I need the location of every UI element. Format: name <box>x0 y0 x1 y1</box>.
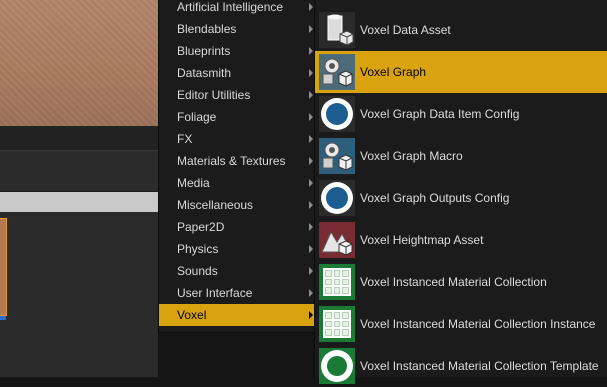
chevron-right-icon <box>309 47 313 55</box>
chevron-right-icon <box>309 289 313 297</box>
menu-item-miscellaneous[interactable]: Miscellaneous <box>159 194 315 216</box>
chevron-right-icon <box>309 223 313 231</box>
submenu-item-label: Voxel Heightmap Asset <box>360 233 484 247</box>
submenu-item-label: Voxel Graph Outputs Config <box>360 191 510 205</box>
submenu-item-label: Voxel Instanced Material Collection Inst… <box>360 317 596 331</box>
submenu-item-voxel-instanced-material-collection-instance[interactable]: Voxel Instanced Material Collection Inst… <box>315 303 607 345</box>
menu-item-label: Miscellaneous <box>177 198 254 212</box>
voxel-graph-macro-icon <box>319 138 355 174</box>
menu-item-label: Physics <box>177 242 219 256</box>
viewport-texture-preview <box>0 0 158 128</box>
chevron-right-icon <box>309 25 313 33</box>
chevron-right-icon <box>309 311 313 319</box>
menu-item-physics[interactable]: Physics <box>159 238 315 260</box>
menu-item-foliage[interactable]: Foliage <box>159 106 315 128</box>
material-collection-icon <box>319 264 355 300</box>
menu-item-label: Paper2D <box>177 220 225 234</box>
chevron-right-icon <box>309 267 313 275</box>
material-template-icon <box>319 348 355 384</box>
menu-item-label: Foliage <box>177 110 217 124</box>
menu-item-label: User Interface <box>177 286 253 300</box>
heightmap-asset-icon <box>319 222 355 258</box>
menu-item-label: Materials & Textures <box>177 154 286 168</box>
content-browser-area <box>0 212 158 377</box>
menu-item-label: Voxel <box>177 308 207 322</box>
submenu-item-voxel-heightmap-asset[interactable]: Voxel Heightmap Asset <box>315 219 607 261</box>
chevron-right-icon <box>309 135 313 143</box>
menu-item-sounds[interactable]: Sounds <box>159 260 315 282</box>
config-ring-icon <box>319 180 355 216</box>
submenu-item-voxel-data-asset[interactable]: Voxel Data Asset <box>315 9 607 51</box>
material-collection-icon <box>319 306 355 342</box>
menu-item-label: Artificial Intelligence <box>177 0 284 14</box>
chevron-right-icon <box>309 179 313 187</box>
chevron-right-icon <box>309 113 313 121</box>
menu-item-voxel[interactable]: Voxel <box>159 304 315 326</box>
submenu-item-label: Voxel Graph <box>360 65 427 79</box>
menu-item-paper2d[interactable]: Paper2D <box>159 216 315 238</box>
menu-item-label: Datasmith <box>177 66 232 80</box>
asset-category-menu: Artificial Intelligence Blendables Bluep… <box>158 0 316 333</box>
submenu-item-label: Voxel Graph Data Item Config <box>360 107 520 121</box>
submenu-item-voxel-instanced-material-collection-template[interactable]: Voxel Instanced Material Collection Temp… <box>315 345 607 387</box>
asset-type-marker <box>0 316 6 320</box>
submenu-item-label: Voxel Instanced Material Collection <box>360 275 547 289</box>
menu-item-label: Blueprints <box>177 44 231 58</box>
voxel-submenu: Voxel Data Asset Voxel Graph Voxel Graph… <box>314 0 607 384</box>
menu-item-label: Sounds <box>177 264 218 278</box>
menu-item-blendables[interactable]: Blendables <box>159 18 315 40</box>
menu-item-label: Blendables <box>177 22 237 36</box>
voxel-data-asset-icon <box>319 12 355 48</box>
menu-item-artificial-intelligence[interactable]: Artificial Intelligence <box>159 0 315 18</box>
menu-item-datasmith[interactable]: Datasmith <box>159 62 315 84</box>
editor-toolbar-strip <box>0 150 158 192</box>
chevron-right-icon <box>309 91 313 99</box>
submenu-item-voxel-graph-outputs-config[interactable]: Voxel Graph Outputs Config <box>315 177 607 219</box>
config-ring-icon <box>319 96 355 132</box>
voxel-graph-icon <box>319 54 355 90</box>
menu-item-fx[interactable]: FX <box>159 128 315 150</box>
editor-header-bar <box>0 192 158 212</box>
submenu-item-label: Voxel Instanced Material Collection Temp… <box>360 359 599 373</box>
menu-item-materials-textures[interactable]: Materials & Textures <box>159 150 315 172</box>
menu-item-media[interactable]: Media <box>159 172 315 194</box>
chevron-right-icon <box>309 157 313 165</box>
submenu-item-voxel-graph[interactable]: Voxel Graph <box>315 51 607 93</box>
submenu-item-voxel-graph-data-item-config[interactable]: Voxel Graph Data Item Config <box>315 93 607 135</box>
submenu-item-label: Voxel Data Asset <box>360 23 451 37</box>
chevron-right-icon <box>309 3 313 11</box>
menu-item-label: FX <box>177 132 193 146</box>
submenu-item-voxel-instanced-material-collection[interactable]: Voxel Instanced Material Collection <box>315 261 607 303</box>
chevron-right-icon <box>309 69 313 77</box>
submenu-item-voxel-graph-macro[interactable]: Voxel Graph Macro <box>315 135 607 177</box>
submenu-item-label: Voxel Graph Macro <box>360 149 463 163</box>
chevron-right-icon <box>309 245 313 253</box>
menu-item-label: Editor Utilities <box>177 88 251 102</box>
menu-item-blueprints[interactable]: Blueprints <box>159 40 315 62</box>
chevron-right-icon <box>309 201 313 209</box>
menu-item-editor-utilities[interactable]: Editor Utilities <box>159 84 315 106</box>
asset-thumbnail[interactable] <box>0 218 7 316</box>
menu-item-label: Media <box>177 176 210 190</box>
menu-item-user-interface[interactable]: User Interface <box>159 282 315 304</box>
